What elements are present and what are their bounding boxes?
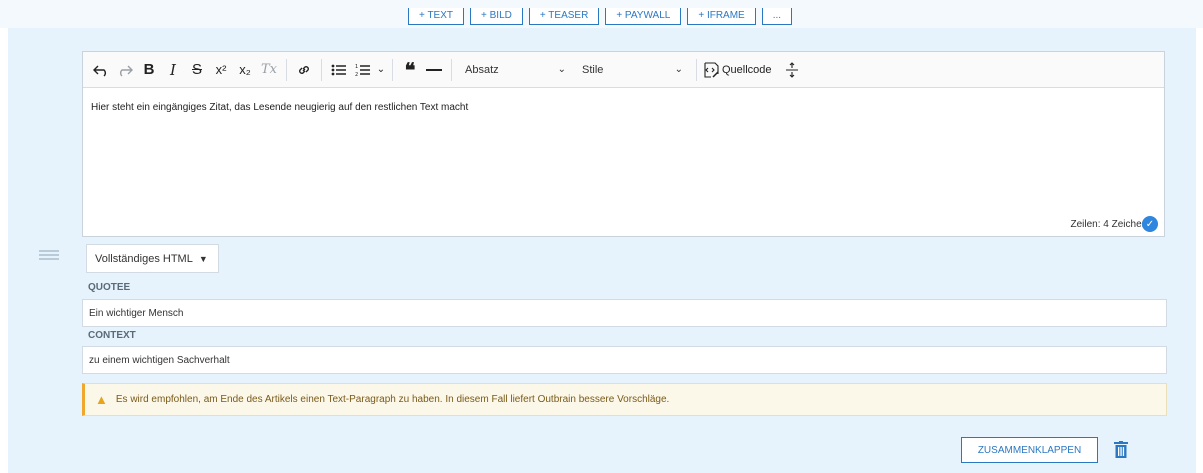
chevron-down-icon: ⌄	[557, 64, 566, 75]
collapse-button[interactable]: ZUSAMMENKLAPPEN	[961, 437, 1098, 463]
list-options-chevron-icon[interactable]: ⌄	[375, 56, 387, 84]
source-code-button[interactable]: Quellcode	[702, 56, 772, 84]
chevron-down-icon: ⌄	[674, 64, 683, 75]
strikethrough-button[interactable]: S	[185, 56, 209, 84]
quotee-label: QUOTEE	[88, 282, 131, 293]
editor-content[interactable]: Hier steht ein eingängiges Zitat, das Le…	[91, 102, 468, 113]
bullet-list-icon[interactable]	[327, 56, 351, 84]
strikethrough-label: S	[191, 61, 202, 78]
more-blocks-button[interactable]: ...	[761, 8, 793, 25]
blockquote-icon[interactable]: ❝	[398, 56, 422, 84]
context-label: CONTEXT	[88, 330, 136, 341]
add-text-button[interactable]: + TEXT	[408, 8, 464, 25]
svg-text:1: 1	[355, 64, 358, 70]
toolbar-separator	[321, 58, 322, 81]
caret-down-icon: ▼	[198, 253, 208, 264]
toolbar-separator	[392, 58, 393, 81]
add-block-toolbar: + TEXT + BILD + TEASER + PAYWALL + IFRAM…	[408, 8, 793, 28]
toolbar-separator	[286, 58, 287, 81]
warning-alert: ▲ Es wird empfohlen, am Ende des Artikel…	[82, 383, 1167, 416]
add-teaser-button[interactable]: + TEASER	[528, 8, 600, 25]
add-iframe-button[interactable]: + IFRAME	[687, 8, 756, 25]
source-code-icon	[704, 61, 719, 78]
quotee-input[interactable]: Ein wichtiger Mensch	[82, 299, 1167, 327]
undo-icon[interactable]	[89, 56, 113, 84]
link-icon[interactable]	[292, 56, 316, 84]
superscript-button[interactable]: x²	[209, 56, 233, 84]
warning-icon: ▲	[95, 392, 108, 407]
svg-text:2: 2	[355, 72, 358, 77]
styles-dropdown[interactable]: Stile ⌄	[574, 56, 691, 84]
add-image-button[interactable]: + BILD	[470, 8, 523, 25]
italic-button[interactable]: I	[161, 56, 185, 84]
editor-statusbar: Zeilen: 4 Zeichen: ✓	[1070, 216, 1158, 232]
horizontal-line-icon[interactable]	[422, 56, 446, 84]
check-icon: ✓	[1142, 216, 1158, 232]
format-select-value: Vollständiges HTML	[95, 252, 193, 265]
drag-handle-icon[interactable]	[39, 250, 59, 260]
word-count-status: Zeilen: 4 Zeichen:	[1070, 218, 1151, 230]
editor-toolbar: B I S x² x₂ Tx 12 ⌄ ❝ Absatz ⌄ Stile ⌄ Q…	[83, 52, 1164, 88]
remove-format-button[interactable]: Tx	[257, 56, 281, 84]
redo-icon[interactable]	[113, 56, 137, 84]
add-paywall-button[interactable]: + PAYWALL	[605, 8, 682, 25]
numbered-list-icon[interactable]: 12	[351, 56, 375, 84]
format-select[interactable]: Vollständiges HTML ▼	[86, 244, 219, 273]
trash-icon[interactable]	[1114, 441, 1130, 459]
toolbar-separator	[451, 58, 452, 81]
rich-text-editor: B I S x² x₂ Tx 12 ⌄ ❝ Absatz ⌄ Stile ⌄ Q…	[82, 51, 1165, 237]
bold-button[interactable]: B	[137, 56, 161, 84]
paragraph-format-dropdown[interactable]: Absatz ⌄	[457, 56, 574, 84]
paragraph-format-label: Absatz	[465, 63, 499, 76]
expand-icon[interactable]	[780, 56, 804, 84]
remove-format-label: Tx	[260, 62, 277, 77]
warning-text: Es wird empfohlen, am Ende des Artikels …	[115, 394, 670, 405]
styles-label: Stile	[582, 63, 604, 76]
context-input[interactable]: zu einem wichtigen Sachverhalt	[82, 346, 1167, 374]
source-code-label: Quellcode	[722, 63, 772, 76]
toolbar-separator	[696, 58, 697, 81]
subscript-button[interactable]: x₂	[233, 56, 257, 84]
